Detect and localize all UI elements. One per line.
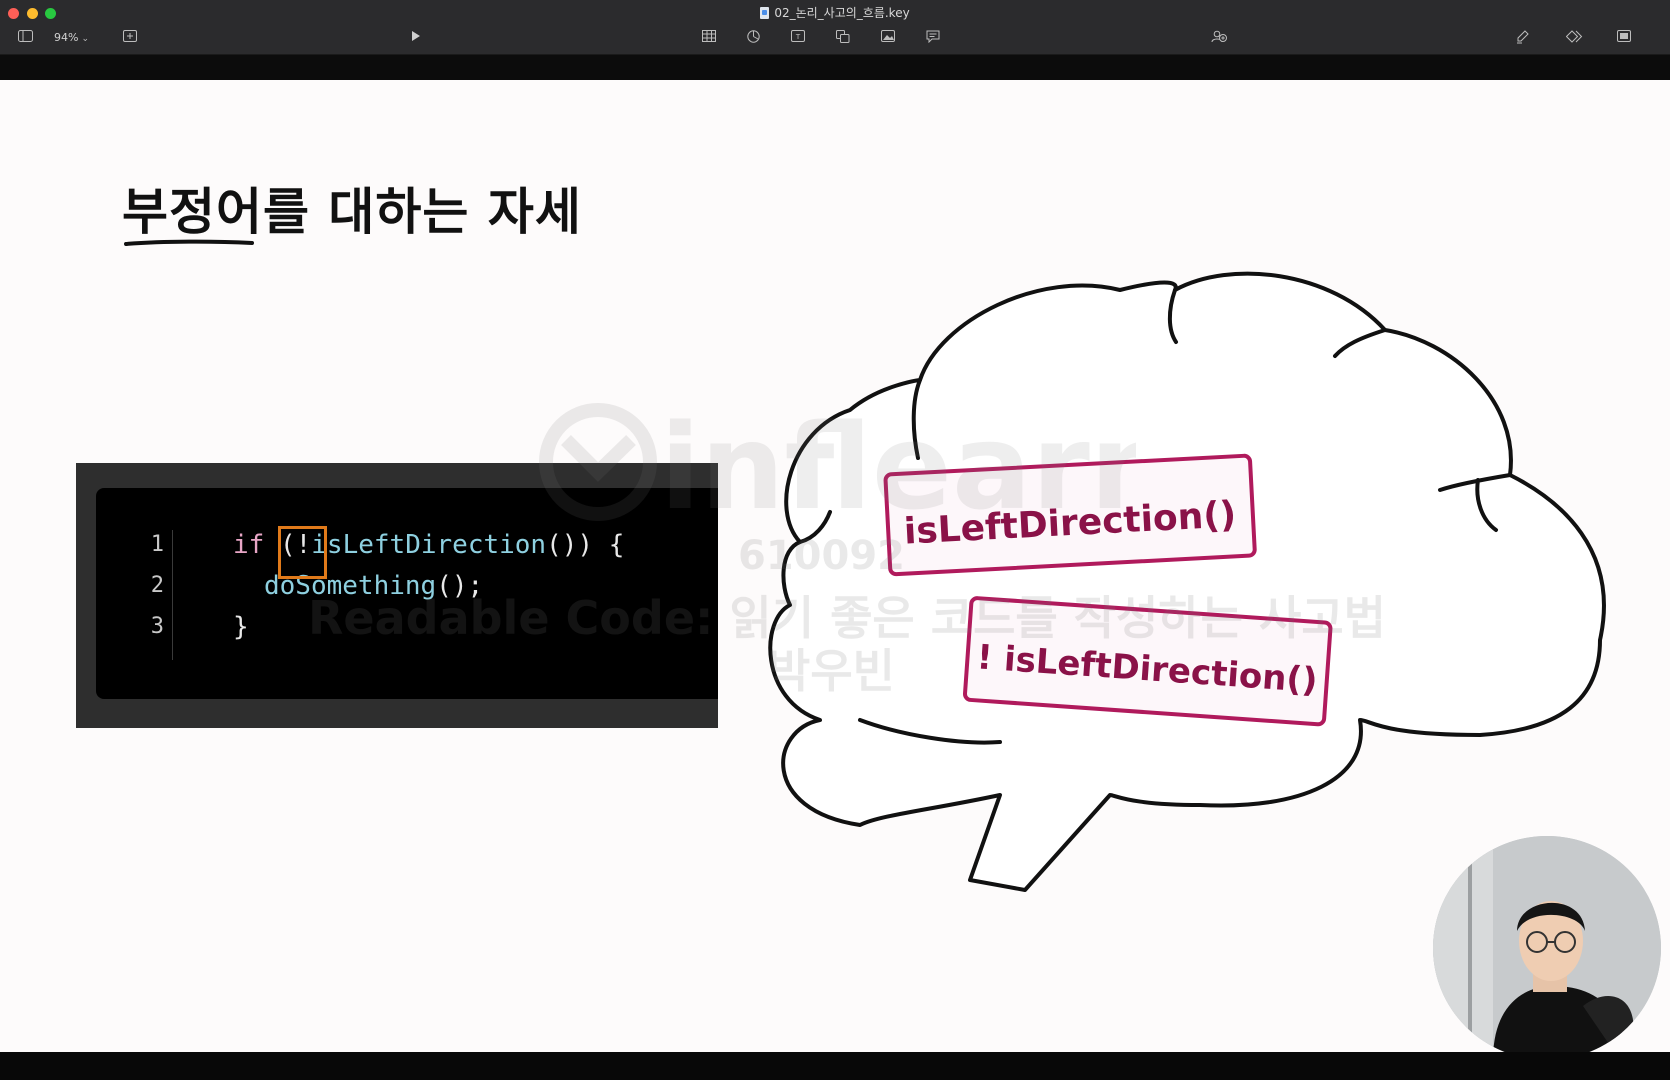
svg-text:T: T bbox=[795, 33, 801, 41]
tag-is-left-direction: isLeftDirection() bbox=[883, 453, 1257, 577]
shape-icon[interactable] bbox=[835, 30, 851, 44]
presenter-avatar bbox=[1433, 836, 1661, 1060]
bubble-outline bbox=[768, 271, 1606, 892]
play-icon[interactable] bbox=[408, 30, 424, 44]
chart-icon[interactable] bbox=[745, 30, 761, 44]
format-brush-icon[interactable] bbox=[1514, 30, 1530, 44]
canvas-bottom-margin bbox=[0, 1052, 1670, 1080]
keynote-file-icon bbox=[760, 7, 770, 19]
thought-bubble: isLeftDirection() ! isLeftDirection() bbox=[768, 271, 1606, 892]
animate-icon[interactable] bbox=[1566, 30, 1583, 44]
add-slide-icon[interactable] bbox=[122, 30, 138, 44]
chevron-down-icon: ⌄ bbox=[81, 34, 89, 44]
comment-icon[interactable] bbox=[925, 30, 941, 44]
sidebar-icon[interactable] bbox=[17, 30, 33, 44]
table-icon[interactable] bbox=[701, 30, 717, 44]
document-icon[interactable] bbox=[1616, 30, 1632, 44]
slide-canvas[interactable]: 부정어를 대하는 자세 1 2 3 if (!isLeftDirection()… bbox=[0, 80, 1670, 1052]
title-bar: 02_논리_사고의_흐름.key 94% ⌄ T bbox=[0, 0, 1670, 55]
text-icon[interactable]: T bbox=[790, 30, 806, 44]
collaborate-icon[interactable] bbox=[1211, 30, 1227, 44]
canvas-top-margin bbox=[0, 55, 1670, 80]
document-title-text: 02_논리_사고의_흐름.key bbox=[774, 6, 910, 20]
media-icon[interactable] bbox=[880, 30, 896, 44]
document-title: 02_논리_사고의_흐름.key bbox=[0, 5, 1670, 21]
zoom-value: 94% bbox=[54, 31, 79, 44]
zoom-select[interactable]: 94% ⌄ bbox=[54, 29, 100, 46]
presenter-webcam bbox=[1433, 836, 1661, 1060]
